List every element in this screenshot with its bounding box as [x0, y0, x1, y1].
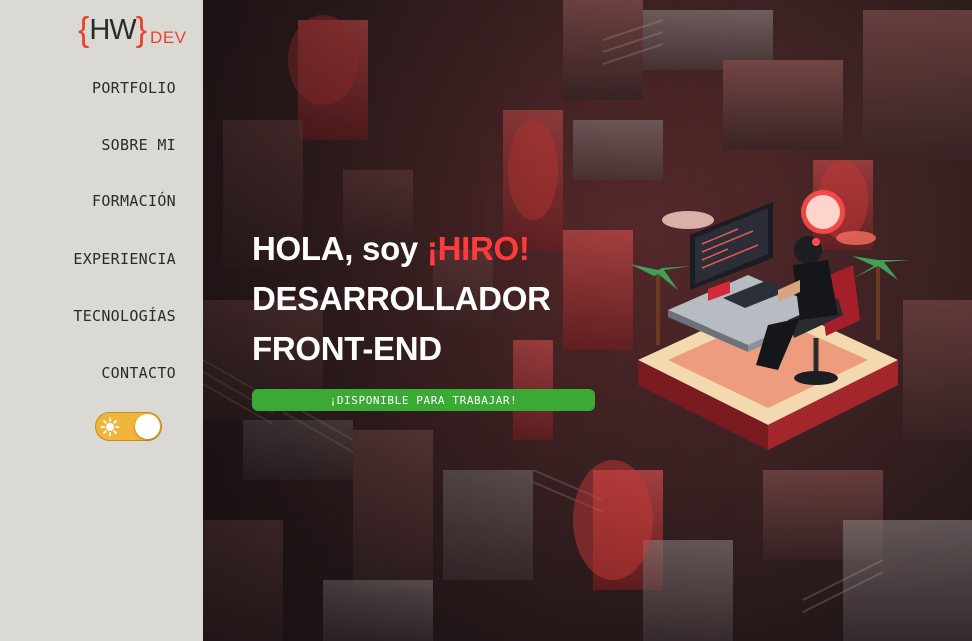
nav-item-contacto[interactable]: CONTACTO	[101, 364, 176, 382]
nav-item-experiencia[interactable]: EXPERIENCIA	[73, 250, 176, 268]
sidebar: { HW } DEV PORTFOLIO SOBRE MI FORMACIÓN …	[0, 0, 203, 641]
logo-close-brace: }	[135, 11, 148, 49]
logo-open-brace: {	[78, 11, 90, 49]
developer-illustration	[630, 190, 908, 450]
sun-icon	[100, 417, 120, 437]
logo-initials: HW	[89, 14, 136, 46]
nav-item-tecnologias[interactable]: TECNOLOGÍAS	[73, 307, 176, 325]
toggle-knob	[135, 414, 160, 439]
headline-name: ¡HIRO!	[426, 230, 530, 267]
theme-toggle[interactable]	[95, 412, 162, 441]
available-for-work-badge[interactable]: ¡DISPONIBLE PARA TRABAJAR!	[252, 389, 595, 411]
hero-headline: HOLA, soy ¡HIRO! DESARROLLADOR FRONT-END	[252, 224, 551, 374]
headline-role-line-2: FRONT-END	[252, 330, 442, 367]
headline-greeting: HOLA, soy	[252, 230, 418, 267]
nav-item-portfolio[interactable]: PORTFOLIO	[92, 79, 176, 97]
logo-suffix: DEV	[150, 28, 187, 47]
nav-item-sobre-mi[interactable]: SOBRE MI	[101, 136, 176, 154]
nav-item-formacion[interactable]: FORMACIÓN	[92, 192, 176, 210]
logo[interactable]: { HW } DEV	[78, 10, 187, 50]
hero-section: HOLA, soy ¡HIRO! DESARROLLADOR FRONT-END…	[203, 0, 972, 641]
headline-role-line-1: DESARROLLADOR	[252, 280, 551, 317]
headline-line-1: HOLA, soy ¡HIRO!	[252, 224, 551, 274]
